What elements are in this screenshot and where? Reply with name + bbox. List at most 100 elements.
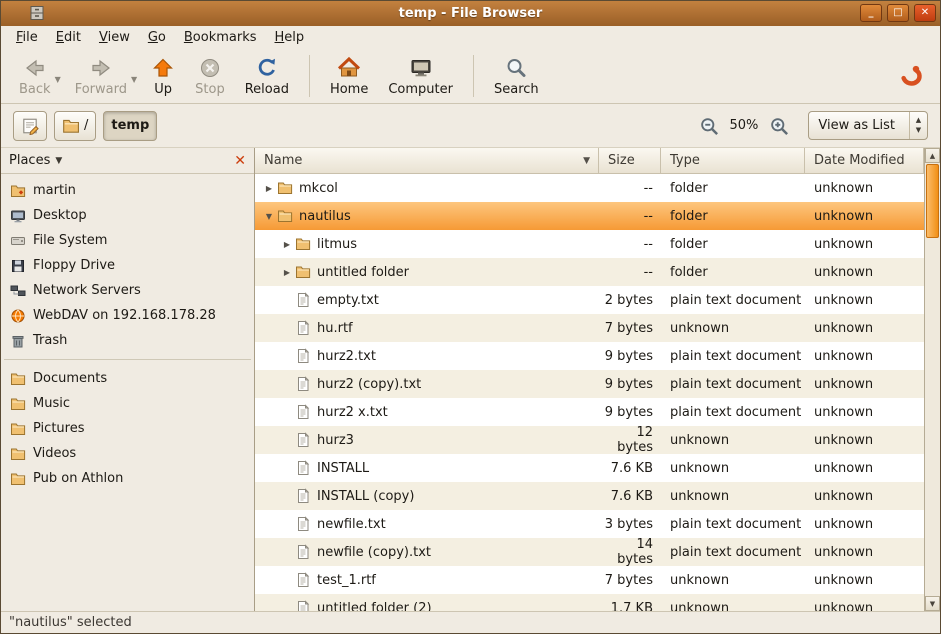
- expander-collapsed-icon[interactable]: ▶: [279, 240, 295, 249]
- file-row[interactable]: hurz2 (copy).txt9 bytesplain text docume…: [255, 370, 924, 398]
- toolbar-home-button[interactable]: Home: [320, 53, 378, 100]
- text-file-icon: [295, 348, 311, 364]
- expander-collapsed-icon[interactable]: ▶: [279, 268, 295, 277]
- toolbar-back-button[interactable]: Back: [9, 53, 61, 100]
- sidebar-item-videos[interactable]: Videos: [1, 441, 254, 466]
- window-title: temp - File Browser: [1, 6, 940, 21]
- expander-collapsed-icon[interactable]: ▶: [261, 184, 277, 193]
- file-row[interactable]: test_1.rtf7 bytesunknownunknown: [255, 566, 924, 594]
- cell-type: plain text document: [661, 545, 805, 560]
- computer-icon: [409, 56, 433, 80]
- sidebar-item-documents[interactable]: Documents: [1, 366, 254, 391]
- toolbar-button-label: Computer: [388, 82, 453, 97]
- close-button[interactable]: ✕: [914, 4, 936, 22]
- chevron-down-icon[interactable]: ▼: [55, 156, 62, 166]
- file-browser-window: temp - File Browser _ □ ✕ FileEditViewGoBo…: [0, 0, 941, 634]
- toolbar-button-label: Stop: [195, 82, 225, 97]
- menu-view[interactable]: View: [90, 27, 139, 48]
- sidebar: Places ▼ ✕ martin Desktop File SystemFlopp…: [1, 148, 255, 611]
- file-row[interactable]: newfile (copy).txt14 bytesplain text doc…: [255, 538, 924, 566]
- toolbar-stop-button[interactable]: Stop: [185, 53, 235, 100]
- toolbar-reload-button[interactable]: Reload: [235, 53, 299, 100]
- drive-icon: [10, 233, 26, 249]
- menu-file[interactable]: File: [7, 27, 47, 48]
- path-button-current[interactable]: temp: [103, 111, 157, 141]
- column-header-name[interactable]: Name ▼: [255, 148, 599, 174]
- cell-date-modified: unknown: [805, 573, 924, 588]
- file-row[interactable]: hurz2 x.txt9 bytesplain text documentunk…: [255, 398, 924, 426]
- toolbar-forward-button[interactable]: Forward: [65, 53, 137, 100]
- path-button-root[interactable]: /: [54, 111, 96, 141]
- column-header-date-modified[interactable]: Date Modified: [805, 148, 924, 174]
- text-file-icon: [295, 572, 311, 588]
- cell-type: plain text document: [661, 517, 805, 532]
- sidebar-item-floppy-drive[interactable]: Floppy Drive: [1, 253, 254, 278]
- cell-size: 3 bytes: [599, 517, 661, 532]
- sidebar-item-label: Desktop: [33, 208, 87, 223]
- expander-expanded-icon[interactable]: ▼: [261, 212, 277, 221]
- sidebar-item-webdav-on-192-168-178-28[interactable]: WebDAV on 192.168.178.28: [1, 303, 254, 328]
- cell-type: plain text document: [661, 349, 805, 364]
- toolbar-search-button[interactable]: Search: [484, 53, 549, 100]
- scrollbar-thumb[interactable]: [926, 164, 939, 238]
- scroll-down-button[interactable]: ▼: [925, 596, 940, 611]
- file-row[interactable]: hurz312 bytesunknownunknown: [255, 426, 924, 454]
- sidebar-item-music[interactable]: Music: [1, 391, 254, 416]
- cell-name: ▶litmus: [255, 236, 599, 252]
- sidebar-item-pictures[interactable]: Pictures: [1, 416, 254, 441]
- places-selector[interactable]: Places: [9, 153, 50, 168]
- toolbar-up-button[interactable]: Up: [141, 53, 185, 100]
- cell-name: hurz3: [255, 432, 599, 448]
- view-as-combo[interactable]: View as List ▲▼: [808, 111, 928, 140]
- sidebar-item-desktop[interactable]: Desktop: [1, 203, 254, 228]
- forward-history-dropdown[interactable]: ▼: [131, 51, 137, 101]
- menu-bookmarks[interactable]: Bookmarks: [175, 27, 266, 48]
- menu-go[interactable]: Go: [139, 27, 175, 48]
- sidebar-item-file-system[interactable]: File System: [1, 228, 254, 253]
- path-current-label: temp: [111, 118, 149, 133]
- toolbar: Back▼Forward▼UpStopReloadHomeComputerSea…: [1, 49, 940, 104]
- text-file-icon: [295, 488, 311, 504]
- file-row[interactable]: ▶litmus--folderunknown: [255, 230, 924, 258]
- file-row[interactable]: newfile.txt3 bytesplain text documentunk…: [255, 510, 924, 538]
- search-icon: [504, 56, 528, 80]
- file-row[interactable]: untitled folder (2)1.7 KBunknownunknown: [255, 594, 924, 611]
- minimize-button[interactable]: _: [860, 4, 882, 22]
- file-name: mkcol: [299, 181, 338, 196]
- file-row[interactable]: ▼nautilus--folderunknown: [255, 202, 924, 230]
- cell-date-modified: unknown: [805, 433, 924, 448]
- file-row[interactable]: ▶mkcol--folderunknown: [255, 174, 924, 202]
- column-header-size[interactable]: Size: [599, 148, 661, 174]
- menu-edit[interactable]: Edit: [47, 27, 90, 48]
- maximize-button[interactable]: □: [887, 4, 909, 22]
- file-row[interactable]: INSTALL7.6 KBunknownunknown: [255, 454, 924, 482]
- toggle-location-entry-button[interactable]: [13, 111, 47, 141]
- zoom-out-button[interactable]: [699, 116, 719, 136]
- menu-help[interactable]: Help: [266, 27, 314, 48]
- zoom-in-button[interactable]: [769, 116, 789, 136]
- sidebar-item-trash[interactable]: Trash: [1, 328, 254, 353]
- status-bar: "nautilus" selected: [1, 611, 940, 633]
- toolbar-computer-button[interactable]: Computer: [378, 53, 463, 100]
- cell-type: unknown: [661, 321, 805, 336]
- close-sidebar-button[interactable]: ✕: [234, 153, 246, 169]
- trash-icon: [10, 333, 26, 349]
- sidebar-item-martin[interactable]: martin: [1, 178, 254, 203]
- text-file-icon: [295, 544, 311, 560]
- back-history-dropdown[interactable]: ▼: [55, 51, 61, 101]
- file-row[interactable]: ▶untitled folder--folderunknown: [255, 258, 924, 286]
- vertical-scrollbar[interactable]: ▲ ▼: [924, 148, 940, 611]
- file-row[interactable]: empty.txt2 bytesplain text documentunkno…: [255, 286, 924, 314]
- sidebar-item-network-servers[interactable]: Network Servers: [1, 278, 254, 303]
- sidebar-item-label: Trash: [33, 333, 67, 348]
- file-name: newfile (copy).txt: [317, 545, 431, 560]
- sidebar-item-label: Network Servers: [33, 283, 141, 298]
- zoom-level-label: 50%: [730, 118, 759, 133]
- cell-date-modified: unknown: [805, 405, 924, 420]
- column-header-type[interactable]: Type: [661, 148, 805, 174]
- file-row[interactable]: hu.rtf7 bytesunknownunknown: [255, 314, 924, 342]
- file-row[interactable]: hurz2.txt9 bytesplain text documentunkno…: [255, 342, 924, 370]
- file-row[interactable]: INSTALL (copy)7.6 KBunknownunknown: [255, 482, 924, 510]
- scroll-up-button[interactable]: ▲: [925, 148, 940, 163]
- sidebar-item-pub-on-athlon[interactable]: Pub on Athlon: [1, 466, 254, 491]
